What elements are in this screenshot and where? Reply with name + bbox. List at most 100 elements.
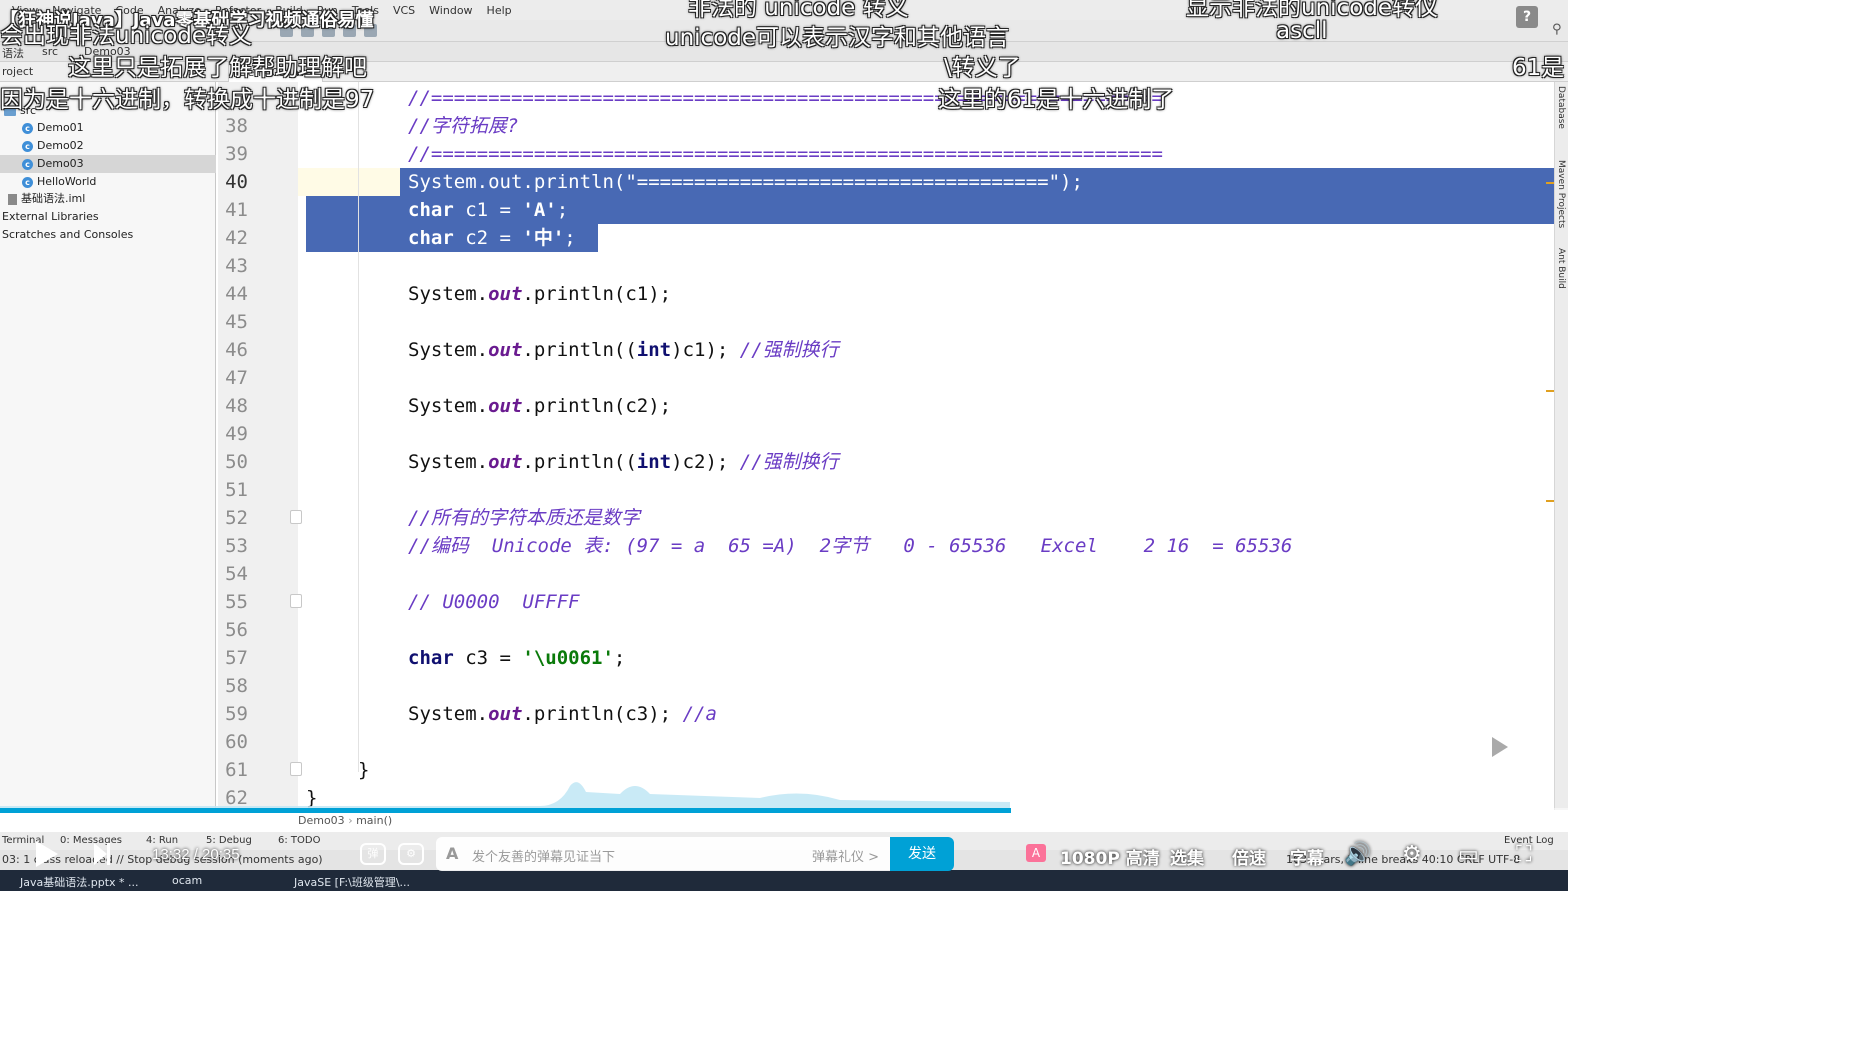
tab-maven-projects[interactable]: Maven Projects [1556,160,1566,228]
danmaku-comment: unicode可以表示汉字和其他语言 [665,25,1010,51]
line-number: 56 [225,619,248,641]
quality-button[interactable]: 1080P 高清 [1060,844,1160,869]
danmaku-comment: 会出现非法unicode转义 [0,23,253,49]
code-line-57: char c3 = '\u0061'; [408,647,626,669]
tree-item-label: 基础语法.iml [21,192,86,205]
line-number: 54 [225,563,248,585]
project-view-selector[interactable]: roject [2,65,33,78]
line-number: 38 [225,115,248,137]
code-line-48: System.out.println(c2); [408,395,672,417]
code-line-44: System.out.println(c1); [408,283,672,305]
code-line-38: //字符拓展? [408,115,519,137]
floating-play-icon[interactable] [1470,722,1528,772]
search-icon[interactable]: ⚲ [1552,22,1562,37]
taskbar-item-pptx[interactable]: Java基础语法.pptx * ... [20,874,139,890]
keyword: char [408,199,454,221]
subtitle-button[interactable]: 字幕 [1290,844,1324,869]
play-icon[interactable] [36,841,58,867]
episodes-button[interactable]: 选集 [1170,844,1204,869]
tree-item-label: Demo02 [37,139,84,152]
line-number: 39 [225,143,248,165]
tree-item-demo03[interactable]: c Demo03 [0,155,216,173]
player-controls: 13:32 / 20:35 弹 ⚙ A 发个友善的弹幕见证当下 弹幕礼仪 > 发… [0,833,1568,875]
code-line-39: //======================================… [408,143,1163,165]
danmaku-etiquette-link[interactable]: 弹幕礼仪 > [812,846,879,865]
tree-item-demo02[interactable]: c Demo02 [22,137,84,155]
line-number: 46 [225,339,248,361]
danmaku-switch-icon[interactable]: A [1026,844,1046,862]
taskbar-item-intellij[interactable]: JavaSE [F:\班级管理\... [294,874,410,890]
scroll-marker [1546,182,1554,184]
danmaku-comment: 61是 [1512,55,1565,81]
breadcrumb-method[interactable]: main() [356,814,392,827]
taskbar-item-ocam[interactable]: ocam [172,874,202,887]
code-line-55: // U0000 UFFFF [408,591,580,613]
line-number: 41 [225,199,248,221]
help-icon[interactable]: ? [1516,6,1538,28]
code-comment: //a [682,703,717,725]
volume-icon[interactable]: 🔊 [1344,842,1371,867]
code-line-50: System.out.println((int)c2); //强制换行 [408,451,839,473]
code-text: c2 = [453,227,523,249]
tree-item-label: Scratches and Consoles [2,228,134,241]
tree-item-helloworld[interactable]: c HelloWorld [22,173,96,191]
line-number: 55 [225,591,248,613]
tree-item-external-libraries[interactable]: External Libraries [2,208,99,226]
line-number: 42 [225,227,248,249]
tab-ant-build[interactable]: Ant Build [1556,248,1566,289]
line-number: 59 [225,703,248,725]
char-literal: '中' [522,227,565,249]
picture-in-picture-icon[interactable]: ▭ [1458,842,1479,867]
danmaku-style-icon[interactable]: A [446,844,458,863]
code-line-46: System.out.println((int)c1); //强制换行 [408,339,839,361]
tree-item-label: HelloWorld [37,175,97,188]
line-number: 43 [225,255,248,277]
line-number: 60 [225,731,248,753]
scroll-marker [1546,390,1554,392]
code-line-40: System.out.println("====================… [408,171,1083,193]
char-literal: 'A' [522,199,557,221]
code-comment: //强制换行 [739,339,839,361]
tree-item-scratches[interactable]: Scratches and Consoles [2,226,133,244]
tab-database[interactable]: Database [1556,86,1566,129]
next-icon[interactable] [94,843,110,865]
line-number: 45 [225,311,248,333]
fold-marker-icon[interactable] [290,510,302,524]
danmaku-toggle-icon[interactable]: 弹 [360,843,386,865]
menu-window[interactable]: Window [429,4,472,17]
tree-item-label: External Libraries [2,210,99,223]
breadcrumb-class[interactable]: Demo03 [298,814,345,827]
line-number: 57 [225,647,248,669]
menu-help[interactable]: Help [487,4,512,17]
code-line-53: //编码 Unicode 表: (97 = a 65 =A) 2字节 0 - 6… [408,535,1293,557]
scroll-marker [1546,500,1554,502]
code-comment: //强制换行 [739,451,839,473]
code-breadcrumb: Demo03 › main() [298,814,393,827]
code-line-42: char c2 = '中'; [408,227,576,249]
java-class-icon: c [22,176,33,188]
danmaku-input-box: A 发个友善的弹幕见证当下 弹幕礼仪 > [436,837,890,871]
settings-gear-icon[interactable]: ⚙ [1402,842,1422,867]
code-line-52: //所有的字符本质还是数字 [408,507,640,529]
tree-item-label: Demo01 [37,121,84,134]
java-class-icon: c [22,158,33,170]
tree-item-iml[interactable]: 基础语法.iml [8,190,85,208]
fold-marker-icon[interactable] [290,594,302,608]
send-danmaku-button[interactable]: 发送 [890,837,954,871]
keyword: char [408,227,454,249]
module-file-icon [8,193,17,205]
tree-item-demo01[interactable]: c Demo01 [22,119,84,137]
line-number: 40 [225,171,248,193]
menu-vcs[interactable]: VCS [393,4,415,17]
code-line-41: char c1 = 'A'; [408,199,569,221]
code-line-59: System.out.println(c3); //a [408,703,717,725]
danmaku-input[interactable]: 发个友善的弹幕见证当下 [472,846,615,865]
speed-button[interactable]: 倍速 [1232,844,1266,869]
danmaku-comment: 这里的61是十六进制了 [938,87,1175,113]
danmaku-comment: ascll [1276,18,1328,44]
fullscreen-icon[interactable]: ⛶ [1516,842,1531,867]
danmaku-settings-icon[interactable]: ⚙ [398,843,424,865]
line-number: 51 [225,479,248,501]
indent-guide [358,82,359,772]
line-number: 48 [225,395,248,417]
